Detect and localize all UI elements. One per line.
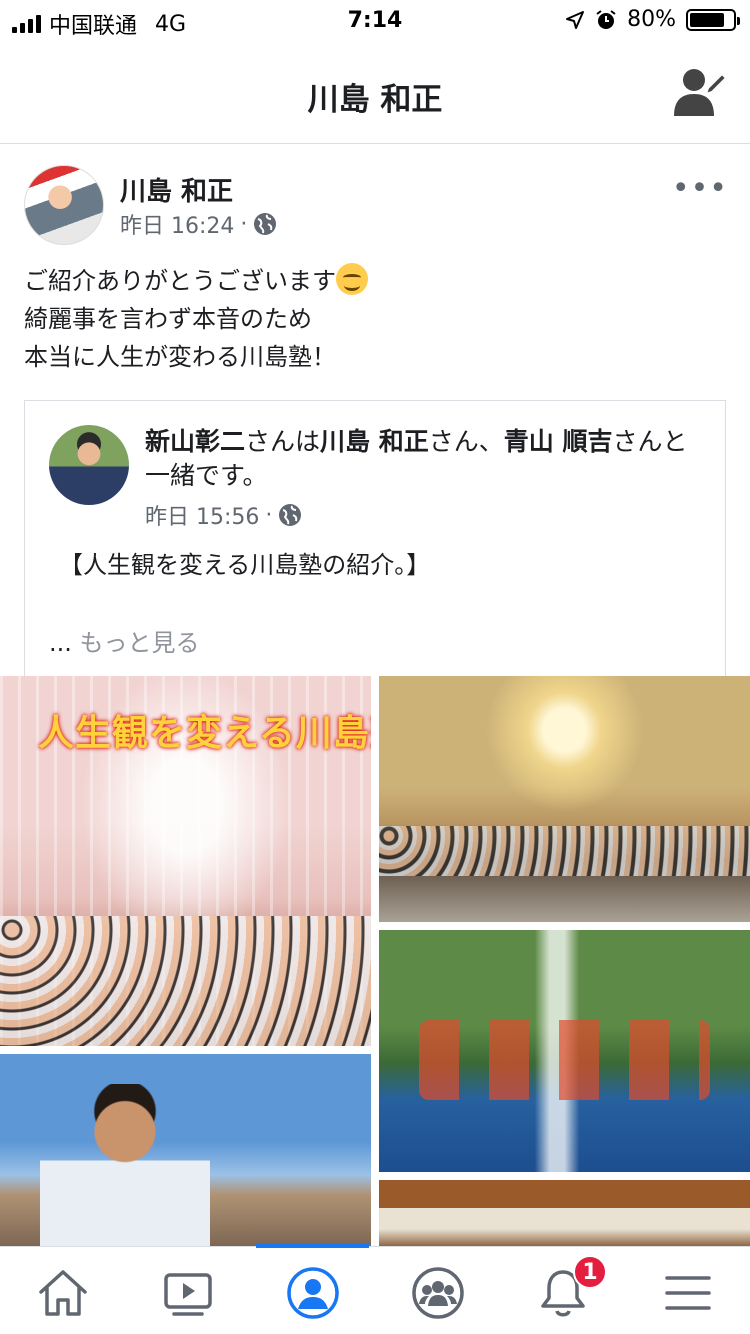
shared-post-time[interactable]: 昨日 15:56 [145,499,259,531]
photo-man [40,1084,210,1249]
menu-icon[interactable] [660,1265,716,1321]
post-meta: 昨日 16:24 · [120,208,277,240]
globe-icon [279,504,302,526]
photo-vests [419,1020,710,1100]
post-time[interactable]: 昨日 16:24 [120,208,234,240]
bottom-tab-bar: 1 [0,1244,750,1334]
author-avatar[interactable] [24,165,104,245]
meta-separator: · [240,211,248,237]
photo-people [379,826,750,876]
status-bar: 中国联通 4G 7:14 80% [0,0,750,42]
alarm-clock-icon [596,9,616,29]
author-name[interactable]: 川島 和正 [120,171,233,208]
post-photo-ballroom[interactable] [379,676,750,922]
nav-header: 川島 和正 [0,42,750,144]
see-more-link[interactable]: ... もっと見る [49,623,200,658]
notification-badge: 1 [573,1255,607,1289]
shared-author-avatar[interactable] [49,425,129,505]
post-line: ご紹介ありがとうございます [24,262,368,300]
shared-post-body: 【人生観を変える川島塾の紹介。】 [59,551,431,579]
groups-icon[interactable] [410,1265,466,1321]
smiling-face-emoji-icon [336,263,368,295]
globe-icon [254,213,277,235]
post-photo-seminar-hall[interactable]: 人生観を変える川島塾 [0,676,371,1046]
battery-icon [686,8,740,31]
post-photo-city-view[interactable] [0,1054,371,1249]
post-line: 本当に人生が変わる川島塾！ [24,343,336,371]
watch-icon[interactable] [160,1265,216,1321]
notifications-icon[interactable]: 1 [535,1255,607,1321]
photo-crowd [0,916,371,1046]
status-right: 80% [565,7,740,32]
post-line: 綺麗事を言わず本音のため [24,305,312,333]
post-photo-waterfall-group[interactable] [379,930,750,1172]
tagged-person-1[interactable]: 川島 和正 [320,427,429,456]
active-tab-indicator [256,1244,369,1248]
battery-percent: 80% [627,7,676,32]
shared-post[interactable]: 新山彰二さんは川島 和正さん、青山 順吉さんと一緒です。 昨日 15:56 · … [24,400,726,676]
more-options-icon[interactable]: ••• [672,174,728,204]
location-arrow-icon [566,10,585,29]
page-title: 川島 和正 [307,82,443,118]
post-text: ご紹介ありがとうございます 綺麗事を言わず本音のため 本当に人生が変わる川島塾！ [24,262,368,376]
shared-post-title: 新山彰二さんは川島 和正さん、青山 順吉さんと一緒です。 [145,427,688,490]
shared-author-name[interactable]: 新山彰二 [145,427,245,456]
profile-icon[interactable] [285,1265,341,1321]
profile-edit-icon[interactable] [672,66,728,120]
home-icon[interactable] [35,1265,91,1321]
tagged-person-2[interactable]: 青山 順吉 [504,427,613,456]
post-photo-restaurant[interactable] [379,1180,750,1250]
post-header: 川島 和正 昨日 16:24 · ••• [0,145,750,257]
photo-banner-text: 人生観を変える川島塾 [38,713,371,754]
shared-post-meta: 昨日 15:56 · [145,499,302,531]
